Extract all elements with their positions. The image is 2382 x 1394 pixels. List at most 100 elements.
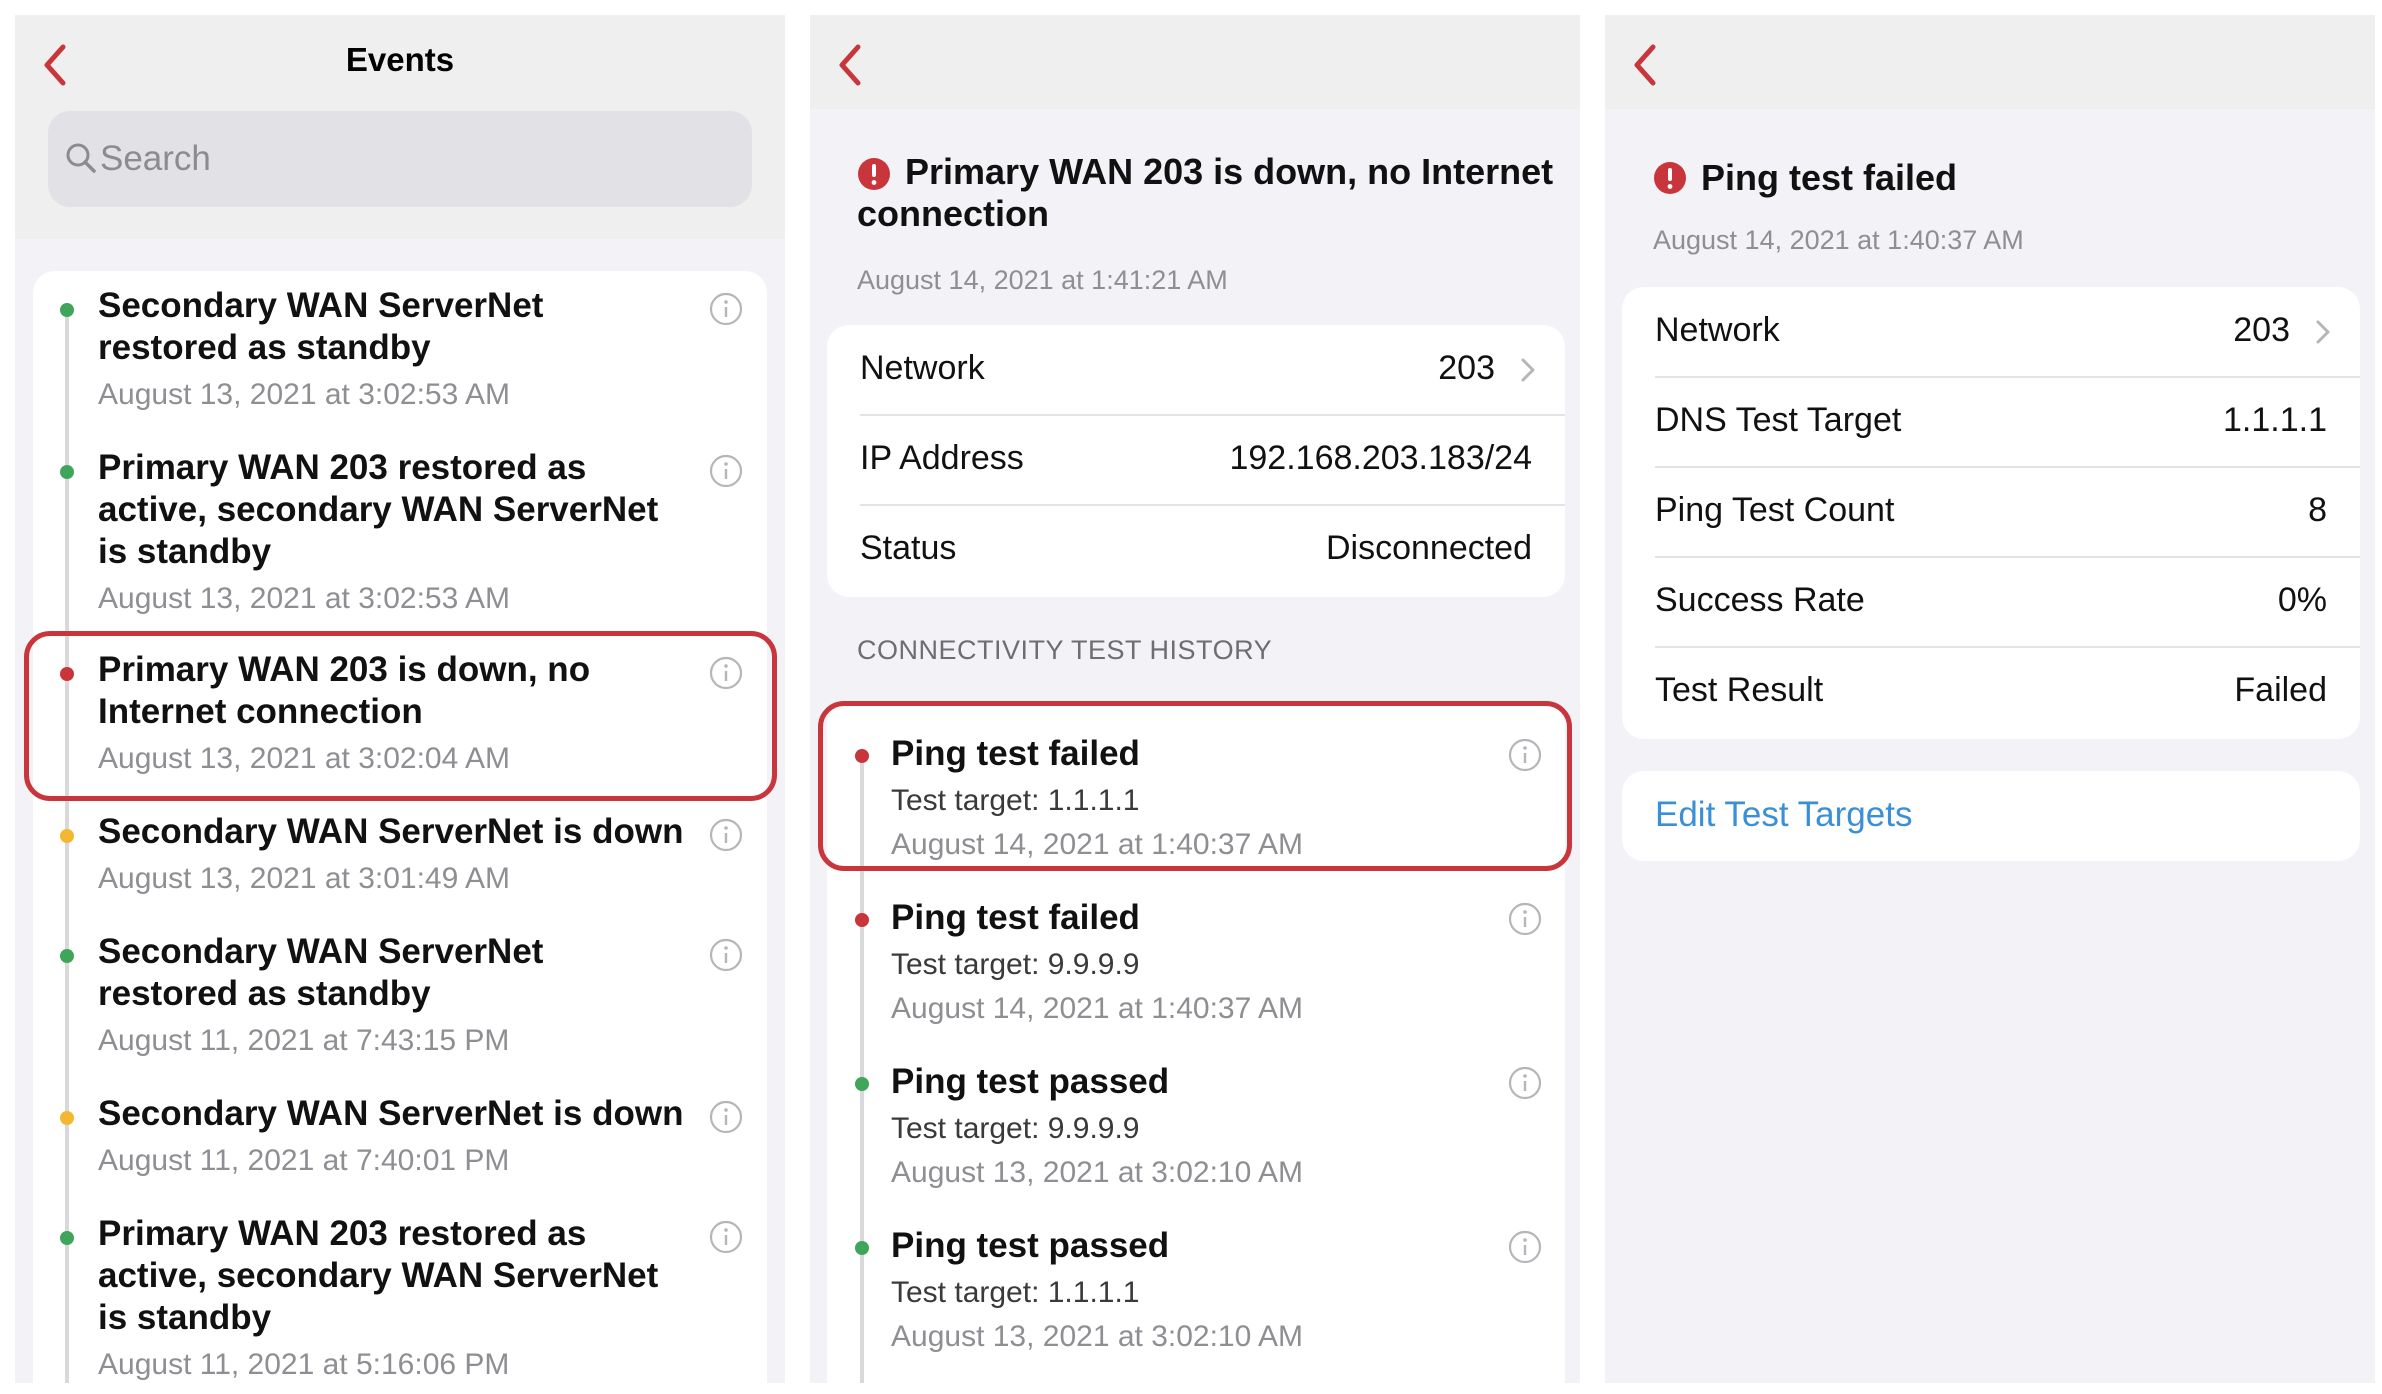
test-detail-title: Ping test failed (1701, 157, 1958, 198)
test-detail-screen: Ping test failed August 14, 2021 at 1:40… (1605, 15, 2375, 1383)
history-title: Ping test passed (891, 1062, 1170, 1101)
history-target: Test target: 9.9.9.9 (891, 948, 1140, 981)
event-time: August 13, 2021 at 3:02:53 AM (98, 582, 510, 615)
test-nav-bar (1605, 15, 2375, 109)
edit-targets-card: Edit Test Targets (1622, 771, 2360, 861)
back-button[interactable] (1617, 35, 1677, 95)
row-success-rate: Success Rate 0% (1622, 557, 2360, 647)
info-icon[interactable] (708, 1219, 744, 1255)
row-network[interactable]: Network 203 (1622, 287, 2360, 377)
row-network[interactable]: Network 203 (827, 325, 1565, 415)
history-target: Test target: 9.9.9.9 (891, 1112, 1140, 1145)
test-info-card: Network 203 DNS Test Target 1.1.1.1 Ping… (1622, 287, 2360, 739)
chevron-right-icon (2316, 320, 2330, 344)
highlight-outline-test (818, 701, 1572, 871)
event-title: Primary WAN 203 restored as active, seco… (98, 1214, 659, 1337)
event-detail-title: Primary WAN 203 is down, no Internet con… (857, 151, 1554, 234)
status-dot-green (60, 303, 74, 317)
history-target: Test target: 1.1.1.1 (891, 1276, 1140, 1309)
row-status: Status Disconnected (827, 505, 1565, 595)
history-time: August 13, 2021 at 3:02:10 AM (891, 1320, 1303, 1353)
event-title: Secondary WAN ServerNet is down (98, 812, 684, 851)
search-icon (66, 143, 96, 173)
event-title: Secondary WAN ServerNet is down (98, 1094, 684, 1133)
info-icon[interactable] (1507, 1065, 1543, 1101)
history-time: August 14, 2021 at 1:40:37 AM (891, 992, 1303, 1025)
row-value: 192.168.203.183/24 (1229, 439, 1532, 477)
event-item[interactable]: Secondary WAN ServerNet restored as stan… (33, 271, 767, 431)
history-item[interactable]: Ping test passed Test target: 9.9.9.9 Au… (827, 1031, 1565, 1195)
event-info-card: Network 203 IP Address 192.168.203.183/2… (827, 325, 1565, 597)
row-value: 1.1.1.1 (2223, 401, 2327, 439)
status-dot-yellow (60, 1111, 74, 1125)
status-dot-green (855, 1241, 869, 1255)
search-bar[interactable] (48, 111, 752, 207)
chevron-left-icon (1634, 44, 1656, 86)
status-dot-green (855, 1077, 869, 1091)
history-item[interactable]: Ping test passed Test target: 1.1.1.1 Au… (827, 1195, 1565, 1359)
event-time: August 11, 2021 at 7:40:01 PM (98, 1144, 510, 1177)
row-label: IP Address (860, 439, 1024, 477)
search-input[interactable] (100, 111, 720, 207)
row-ip-address: IP Address 192.168.203.183/24 (827, 415, 1565, 505)
event-detail-time: August 14, 2021 at 1:41:21 AM (857, 265, 1228, 295)
info-icon[interactable] (708, 817, 744, 853)
row-label: Status (860, 529, 957, 567)
info-icon[interactable] (708, 453, 744, 489)
row-label: DNS Test Target (1655, 401, 1902, 439)
back-button[interactable] (822, 35, 882, 95)
row-value: 203 (1438, 349, 1495, 387)
page-title: Events (345, 41, 455, 78)
event-time: August 13, 2021 at 3:02:53 AM (98, 378, 510, 411)
event-time: August 11, 2021 at 5:16:06 PM (98, 1348, 510, 1381)
row-test-result: Test Result Failed (1622, 647, 2360, 737)
test-detail-time: August 14, 2021 at 1:40:37 AM (1653, 225, 2024, 255)
event-title: Secondary WAN ServerNet restored as stan… (98, 932, 544, 1013)
events-list: Secondary WAN ServerNet restored as stan… (33, 271, 767, 1383)
row-label: Ping Test Count (1655, 491, 1895, 529)
row-label: Test Result (1655, 671, 1824, 709)
events-nav-bar: Events (15, 15, 785, 239)
detail-nav-bar (810, 15, 1580, 109)
event-time: August 11, 2021 at 7:43:15 PM (98, 1024, 510, 1057)
row-value: Failed (2234, 671, 2327, 709)
event-item[interactable]: Secondary WAN ServerNet restored as stan… (33, 917, 767, 1079)
history-title: Ping test passed (891, 1226, 1170, 1265)
info-icon[interactable] (708, 937, 744, 973)
event-detail-screen: Primary WAN 203 is down, no Internet con… (810, 15, 1580, 1383)
event-item[interactable]: Secondary WAN ServerNet is down August 1… (33, 797, 767, 917)
row-value: 0% (2277, 581, 2327, 619)
event-item[interactable]: Primary WAN 203 restored as active, seco… (33, 1199, 767, 1383)
row-value: 8 (2308, 491, 2327, 529)
event-item[interactable]: Secondary WAN ServerNet is down August 1… (33, 1079, 767, 1199)
highlight-outline-event (24, 631, 777, 801)
alert-icon (1654, 162, 1686, 194)
row-label: Network (1655, 311, 1780, 349)
history-title: Ping test failed (891, 898, 1140, 937)
status-dot-green (60, 465, 74, 479)
status-dot-yellow (60, 829, 74, 843)
chevron-right-icon (1521, 358, 1535, 382)
status-dot-green (60, 1231, 74, 1245)
status-dot-red (855, 913, 869, 927)
row-label: Success Rate (1655, 581, 1865, 619)
chevron-left-icon (839, 44, 861, 86)
event-title: Primary WAN 203 restored as active, seco… (98, 448, 659, 571)
history-time: August 13, 2021 at 3:02:10 AM (891, 1156, 1303, 1189)
info-icon[interactable] (708, 1099, 744, 1135)
event-item[interactable]: Primary WAN 203 restored as active, seco… (33, 433, 767, 633)
info-icon[interactable] (1507, 1229, 1543, 1265)
row-value: 203 (2233, 311, 2290, 349)
status-dot-green (60, 949, 74, 963)
info-icon[interactable] (1507, 901, 1543, 937)
info-icon[interactable] (708, 291, 744, 327)
row-dns-test-target: DNS Test Target 1.1.1.1 (1622, 377, 2360, 467)
event-title: Secondary WAN ServerNet restored as stan… (98, 286, 544, 367)
section-header: CONNECTIVITY TEST HISTORY (857, 635, 1273, 665)
edit-test-targets-link[interactable]: Edit Test Targets (1655, 795, 1912, 835)
event-time: August 13, 2021 at 3:01:49 AM (98, 862, 510, 895)
row-value: Disconnected (1325, 529, 1532, 567)
row-label: Network (860, 349, 985, 387)
row-ping-test-count: Ping Test Count 8 (1622, 467, 2360, 557)
history-item[interactable]: Ping test failed Test target: 9.9.9.9 Au… (827, 867, 1565, 1031)
